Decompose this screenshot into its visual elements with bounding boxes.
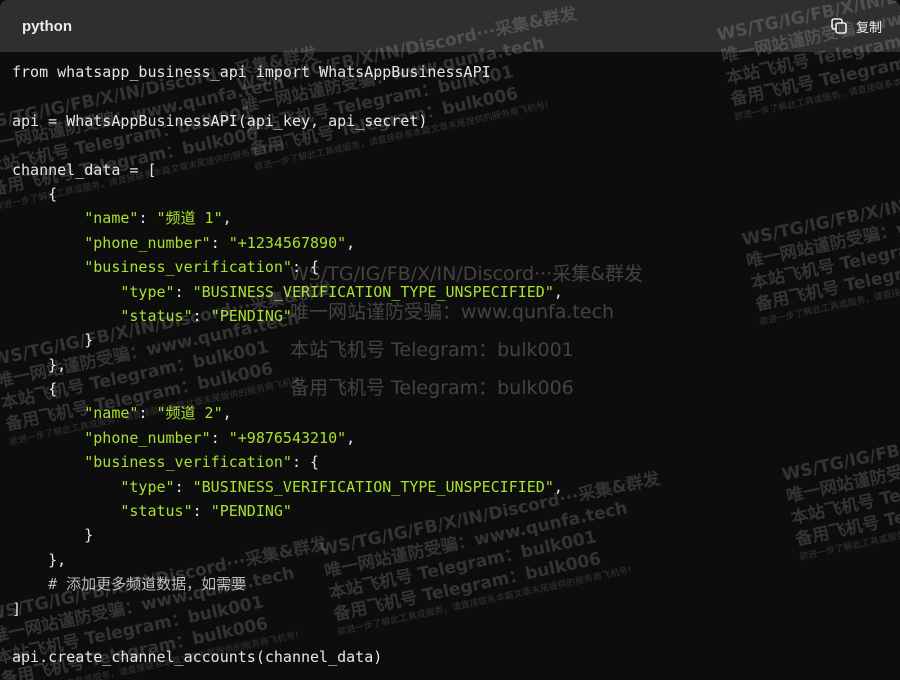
code-line: { — [12, 377, 888, 401]
code-string: "BUSINESS_VERIFICATION_TYPE_UNSPECIFIED" — [192, 282, 554, 301]
code-text: , — [553, 477, 563, 496]
code-line: "type": "BUSINESS_VERIFICATION_TYPE_UNSP… — [12, 475, 888, 499]
code-string: "business_verification" — [84, 258, 292, 277]
code-string: "phone_number" — [84, 233, 211, 252]
code-line: "type": "BUSINESS_VERIFICATION_TYPE_UNSP… — [12, 280, 888, 304]
code-text: api.create_channel_accounts(channel_data… — [12, 648, 383, 667]
code-line: "business_verification": { — [12, 450, 888, 474]
code-text: : { — [291, 453, 320, 472]
code-line: channel_data = [ — [12, 158, 888, 182]
code-text: }, — [12, 550, 67, 569]
code-text: } — [12, 526, 94, 545]
code-text: , — [553, 282, 563, 301]
code-line: api = WhatsAppBusinessAPI(api_key, api_s… — [12, 109, 888, 133]
code-content: from whatsapp_business_api import WhatsA… — [0, 52, 900, 670]
code-text: } — [12, 331, 94, 350]
code-text: : { — [291, 258, 320, 277]
code-line: "name": "频道 1", — [12, 206, 888, 230]
code-block: python 复制 from whatsapp_business_api imp… — [0, 0, 900, 680]
code-string: "PENDING" — [210, 502, 292, 521]
code-text: }, — [12, 355, 67, 374]
code-string: "status" — [120, 306, 193, 325]
code-line: "name": "频道 2", — [12, 401, 888, 425]
code-line: }, — [12, 548, 888, 572]
code-string: "频道 2" — [156, 404, 223, 423]
code-text: : — [138, 404, 157, 423]
code-string: "name" — [84, 209, 139, 228]
code-line: # 添加更多频道数据，如需要 — [12, 572, 888, 596]
code-string: "type" — [120, 477, 175, 496]
code-string: "PENDING" — [210, 306, 292, 325]
code-string: "type" — [120, 282, 175, 301]
code-string: "name" — [84, 404, 139, 423]
code-string: "+1234567890" — [228, 233, 347, 252]
code-line: "status": "PENDING" — [12, 499, 888, 523]
copy-label: 复制 — [855, 20, 882, 36]
code-text: { — [12, 184, 58, 203]
code-block-header: python 复制 — [0, 0, 900, 52]
code-line: "phone_number": "+1234567890", — [12, 231, 888, 255]
code-line: "business_verification": { — [12, 255, 888, 279]
code-string: "status" — [120, 502, 193, 521]
code-line: api.create_channel_accounts(channel_data… — [12, 645, 888, 669]
copy-icon — [830, 17, 848, 35]
code-string: "BUSINESS_VERIFICATION_TYPE_UNSPECIFIED" — [192, 477, 554, 496]
code-text: , — [222, 404, 232, 423]
code-comment: # 添加更多频道数据，如需要 — [12, 575, 247, 594]
code-text: api = WhatsAppBusinessAPI(api_key, api_s… — [12, 111, 428, 130]
code-line: }, — [12, 353, 888, 377]
code-line: } — [12, 328, 888, 352]
code-text: : — [192, 502, 211, 521]
code-text: : — [210, 428, 229, 447]
code-text: , — [346, 428, 356, 447]
code-text: : — [192, 306, 211, 325]
code-string: "+9876543210" — [228, 428, 347, 447]
code-text: , — [222, 209, 232, 228]
code-line: "status": "PENDING" — [12, 304, 888, 328]
code-line: ] — [12, 597, 888, 621]
copy-button[interactable]: 复制 — [830, 17, 882, 36]
code-line: } — [12, 523, 888, 547]
code-string: "频道 1" — [156, 209, 223, 228]
code-text: ] — [12, 599, 22, 618]
code-text: channel_data = [ — [12, 160, 157, 179]
code-line: { — [12, 182, 888, 206]
code-text: from whatsapp_business_api import WhatsA… — [12, 63, 491, 81]
code-text: , — [346, 233, 356, 252]
code-text: { — [12, 380, 58, 399]
code-string: "phone_number" — [84, 428, 211, 447]
code-text: : — [138, 209, 157, 228]
code-line: from whatsapp_business_api import WhatsA… — [12, 60, 888, 84]
language-label: python — [22, 17, 72, 35]
code-string: "business_verification" — [84, 453, 292, 472]
code-text: : — [210, 233, 229, 252]
code-text: : — [174, 477, 193, 496]
code-line: "phone_number": "+9876543210", — [12, 426, 888, 450]
code-text: : — [174, 282, 193, 301]
